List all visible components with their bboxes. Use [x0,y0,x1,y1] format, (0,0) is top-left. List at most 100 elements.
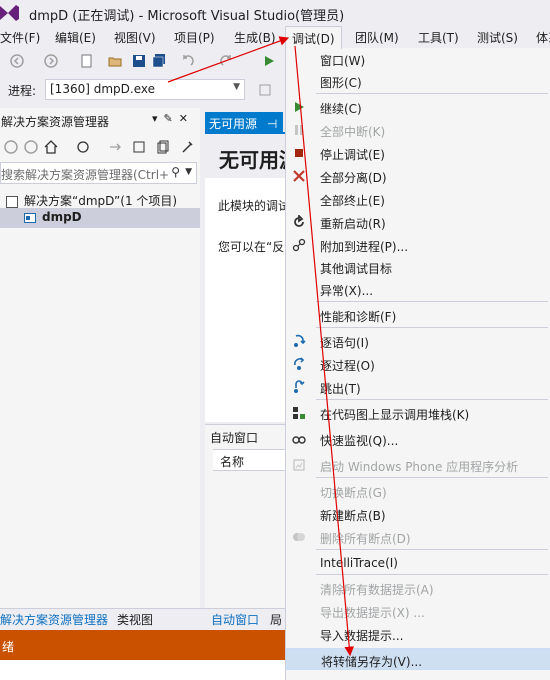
debug-menu-item[interactable]: IntelliTrace(I) [286,552,550,574]
document-text-line: 此模块的调试 [218,199,291,213]
tab-locals[interactable]: 局 [270,611,282,628]
menu-architecture[interactable]: 体系 [536,29,550,46]
code-map-icon [292,406,306,420]
menu-view[interactable]: 视图(V) [114,29,156,46]
save-all-icon[interactable] [152,54,166,68]
properties-icon[interactable] [180,140,194,154]
menu-item-label: 逐语句(I) [320,336,369,350]
back-icon[interactable] [4,140,18,154]
debug-menu-item[interactable]: 全部终止(E) [286,188,550,210]
tab-class-view[interactable]: 类视图 [117,611,153,628]
open-file-icon[interactable] [108,54,122,68]
debug-menu-item[interactable]: 导出数据提示(X) ... [286,600,550,622]
sync-icon[interactable] [76,140,90,154]
panel-window-controls[interactable]: ▾✎✕ [152,112,194,125]
menu-team[interactable]: 团队(M) [355,29,399,46]
debug-menu-item[interactable]: 导入数据提示... [286,623,550,645]
title-bar: dmpD (正在调试) - Microsoft Visual Studio(管理… [0,0,550,26]
debug-menu-item[interactable]: 图形(C) [286,70,550,92]
solution-icon [6,195,18,208]
tab-no-source[interactable]: 无可用源 ⊣ [205,112,283,132]
undo-icon[interactable] [180,54,194,68]
debug-menu-item[interactable]: 删除所有断点(D) [286,526,550,548]
column-header-name[interactable]: 名称 [213,449,285,471]
debug-menu-item[interactable]: 性能和诊断(F) [286,304,550,326]
menu-edit[interactable]: 编辑(E) [55,29,96,46]
menu-item-label: 导出数据提示(X) ... [320,606,425,620]
quickwatch-icon [292,432,306,446]
menu-project[interactable]: 项目(P) [174,29,215,46]
tree-item-solution[interactable]: 解决方案“dmpD”(1 个项目) [0,190,200,210]
debug-menu-item[interactable]: 清除所有数据提示(A) [286,577,550,599]
autos-title: 自动窗口 [210,431,259,445]
menu-item-label: 导入数据提示... [320,629,404,643]
menu-item-label: 启动 Windows Phone 应用程序分析 [320,460,519,474]
new-project-icon[interactable] [80,54,94,68]
no-source-document: 无可用源 此模块的调试 您可以在“反 [205,132,290,422]
menu-test[interactable]: 测试(S) [477,29,518,46]
menu-item-label: IntelliTrace(I) [320,556,398,570]
debug-menu-item[interactable]: 全部中断(K) [286,119,550,141]
debug-menu-item[interactable]: 切换断点(G) [286,480,550,502]
menu-item-label: 将转储另存为(V)... [321,655,423,669]
menu-bar: 文件(F) 编辑(E) 视图(V) 项目(P) 生成(B) 调试(D) 团队(M… [0,26,550,49]
debug-menu-item[interactable]: 将转储另存为(V)... [286,648,550,670]
debug-menu-item[interactable]: 逐语句(I) [286,330,550,352]
back-icon[interactable] [10,54,24,68]
home-icon[interactable] [44,140,58,154]
pin-icon[interactable]: ⊣ [267,117,277,131]
debug-menu-item[interactable]: 新建断点(B) [286,503,550,525]
debug-menu-item[interactable]: 其他调试目标 [286,256,550,278]
debug-menu-item[interactable]: 快速监视(Q)... [286,428,550,450]
debug-menu-item[interactable]: 窗口(W) [286,48,550,70]
bottom-tool-tabs: 解决方案资源管理器 类视图 自动窗口 局 [0,608,285,628]
menu-separator [316,477,548,478]
solution-explorer-title: 解决方案资源管理器 [1,115,110,129]
debug-menu-item[interactable]: 逐过程(O) [286,353,550,375]
collapse-all-icon[interactable] [132,140,146,154]
debug-menu-item[interactable]: 重新启动(R) [286,211,550,233]
debug-menu-item[interactable]: 在代码图上显示调用堆栈(K) [286,402,550,424]
menu-item-label: 切换断点(G) [320,486,387,500]
menu-item-label: 在代码图上显示调用堆栈(K) [320,408,470,422]
status-text: 绪 [2,640,15,654]
solution-search-input[interactable]: 搜索解决方案资源管理器(Ctrl+ ⚲ ▼ [0,162,197,184]
menu-debug[interactable]: 调试(D) [285,26,342,49]
show-all-files-icon[interactable] [156,140,170,154]
process-dropdown[interactable]: [1360] dmpD.exe ▼ [45,79,245,100]
project-icon [24,212,36,223]
menu-item-label: 图形(C) [320,76,362,90]
save-icon[interactable] [132,54,146,68]
debug-menu-item[interactable]: 跳出(T) [286,376,550,398]
menu-item-label: 停止调试(E) [320,148,385,162]
stop-icon [292,146,306,160]
continue-icon[interactable] [262,54,276,68]
debug-menu-item[interactable]: 异常(X)... [286,278,550,300]
forward-icon[interactable] [44,54,58,68]
menu-tools[interactable]: 工具(T) [418,29,459,46]
menu-item-label: 窗口(W) [320,54,366,68]
forward-icon[interactable] [24,140,38,154]
menu-file[interactable]: 文件(F) [0,29,40,46]
refresh-icon[interactable] [108,140,122,154]
chevron-down-icon[interactable]: ▼ [185,167,192,177]
menu-item-label: 全部分离(D) [320,171,387,185]
chevron-down-icon: ▼ [233,82,240,92]
tree-item-label: 解决方案“dmpD”(1 个项目) [24,194,178,208]
lifecycle-events-icon[interactable] [258,83,272,97]
menu-build[interactable]: 生成(B) [234,29,276,46]
document-text-line: 您可以在“反 [218,240,285,254]
debug-menu-item[interactable]: 继续(C) [286,96,550,118]
tab-solution-explorer[interactable]: 解决方案资源管理器 [0,611,108,628]
debug-menu-item[interactable]: 附加到进程(P)... [286,234,550,256]
debug-menu-item[interactable]: 启动 Windows Phone 应用程序分析 [286,454,550,476]
tab-autos[interactable]: 自动窗口 [211,611,259,628]
process-value: [1360] dmpD.exe [50,82,155,96]
detach-icon [292,169,306,183]
play-icon [292,100,306,114]
tree-item-project[interactable]: dmpD [0,208,200,228]
debug-menu-item[interactable]: 全部分离(D) [286,165,550,187]
search-icon[interactable]: ⚲ [171,165,180,179]
debug-menu-item[interactable]: 停止调试(E) [286,142,550,164]
redo-icon[interactable] [220,54,234,68]
